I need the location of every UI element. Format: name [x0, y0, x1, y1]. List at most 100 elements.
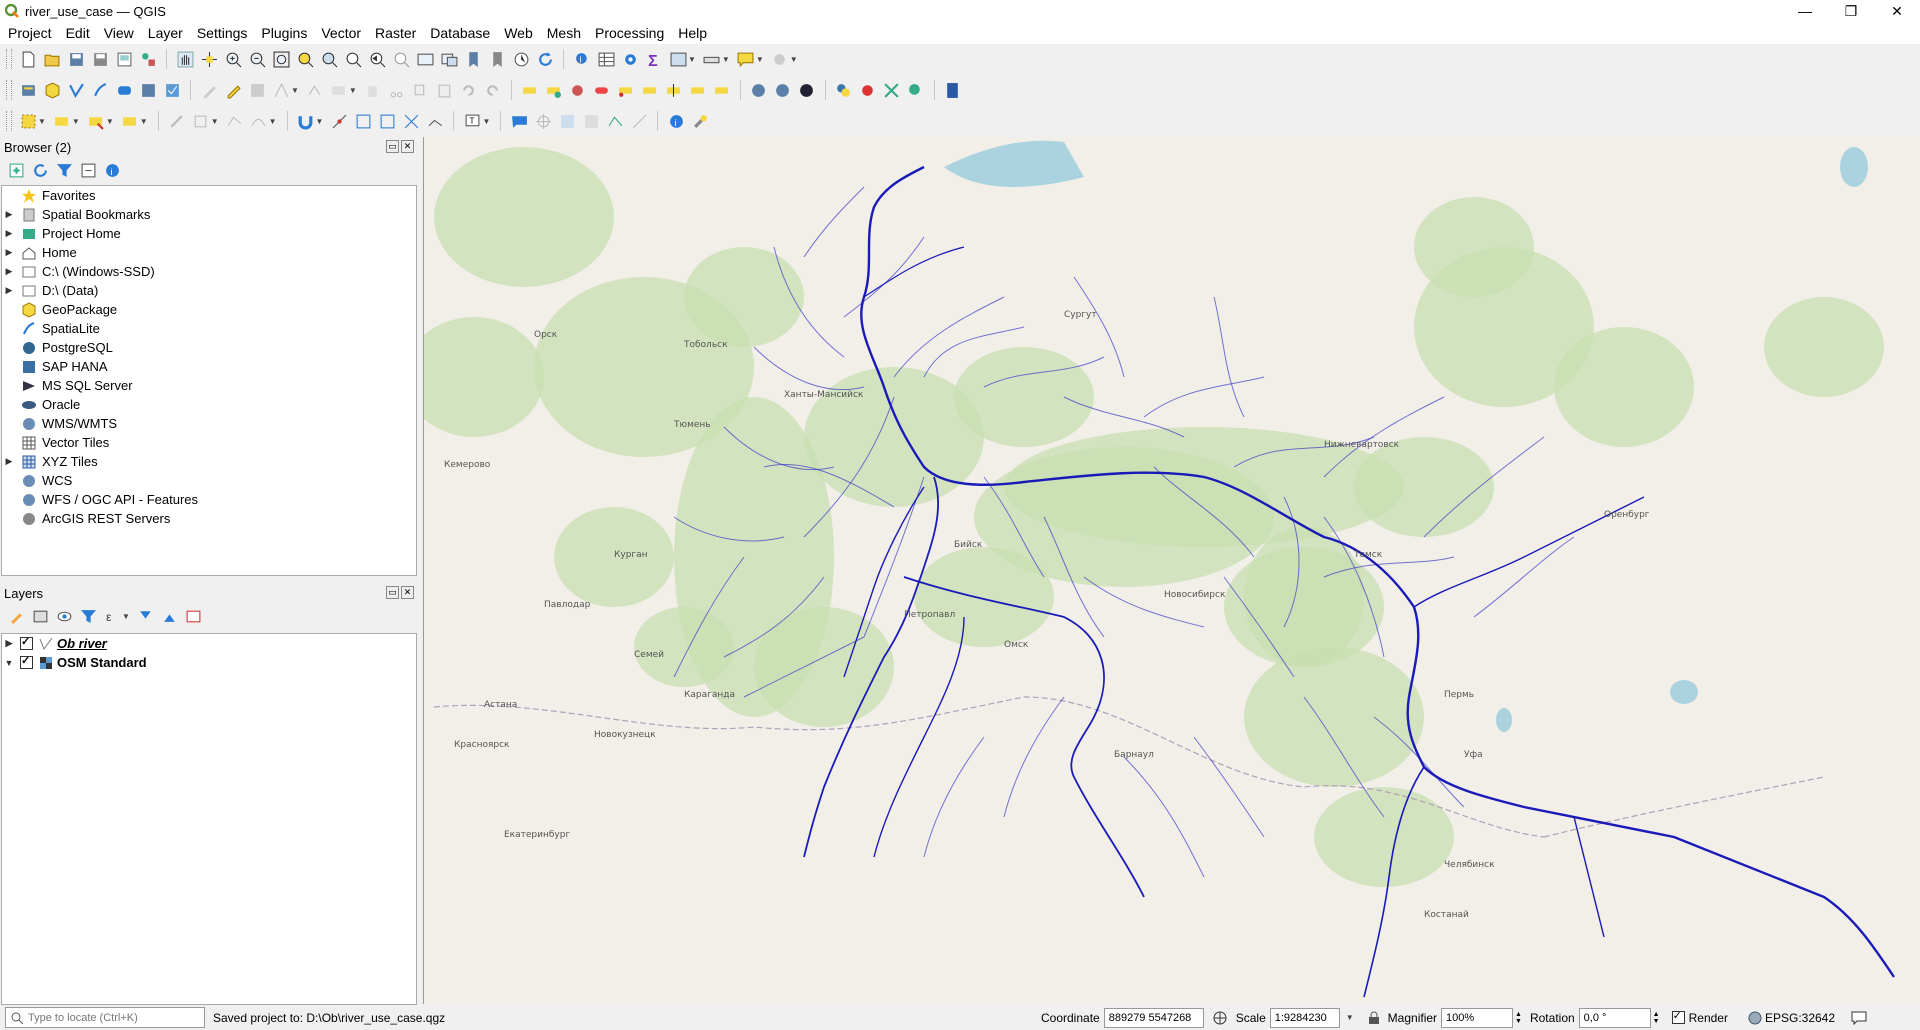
- browser-item[interactable]: ▶ XYZ Tiles: [2, 452, 416, 471]
- plugin-2-button[interactable]: [882, 80, 902, 100]
- paste-features-button[interactable]: [435, 80, 455, 100]
- select-by-value-button[interactable]: [52, 111, 72, 131]
- browser-item[interactable]: ▶ Project Home: [2, 224, 416, 243]
- scale-combobox[interactable]: 1:9284230: [1269, 1007, 1340, 1028]
- toggle-editing-button[interactable]: [223, 80, 243, 100]
- lock-icon[interactable]: [1368, 1011, 1380, 1025]
- metasearch-2-button[interactable]: [773, 80, 793, 100]
- remove-layer-button[interactable]: [184, 606, 204, 626]
- python-console-button[interactable]: [834, 80, 854, 100]
- browser-item[interactable]: WMS/WMTS: [2, 414, 416, 433]
- georef-button[interactable]: [557, 111, 577, 131]
- magnifier-spinner[interactable]: ▲ ▼: [1515, 1011, 1522, 1025]
- browser-item[interactable]: WCS: [2, 471, 416, 490]
- layer-row-osm-standard[interactable]: ▼ OSM Standard: [2, 653, 416, 672]
- expand-arrow-icon[interactable]: ▶: [4, 247, 14, 258]
- collapse-all-button[interactable]: [78, 160, 98, 180]
- undo-button[interactable]: [459, 80, 479, 100]
- browser-item[interactable]: Oracle: [2, 395, 416, 414]
- add-selected-layers-button[interactable]: [6, 160, 26, 180]
- zoom-selection-button[interactable]: [295, 49, 315, 69]
- pan-map-button[interactable]: [175, 49, 195, 69]
- attribute-table-button[interactable]: [596, 49, 616, 69]
- layer-visibility-checkbox[interactable]: [20, 635, 33, 650]
- data-source-manager-button[interactable]: [18, 80, 38, 100]
- menu-settings[interactable]: Settings: [189, 25, 254, 41]
- deselect-button[interactable]: [86, 111, 106, 131]
- save-edits-button[interactable]: [247, 80, 267, 100]
- label-tool-button[interactable]: [520, 80, 540, 100]
- new-3d-view-button[interactable]: [439, 49, 459, 69]
- annotation-button[interactable]: [770, 49, 790, 69]
- browser-item[interactable]: SpatiaLite: [2, 319, 416, 338]
- crs-globe-icon[interactable]: [1748, 1011, 1762, 1025]
- info-button[interactable]: i: [666, 111, 686, 131]
- temporal-controller-button[interactable]: [511, 49, 531, 69]
- browser-filter-button[interactable]: [54, 160, 74, 180]
- statistical-summary-button[interactable]: Σ: [644, 49, 664, 69]
- browser-item[interactable]: Favorites: [2, 186, 416, 205]
- manage-themes-button[interactable]: [54, 606, 74, 626]
- new-temp-layer-button[interactable]: [114, 80, 134, 100]
- save-as-button[interactable]: [90, 49, 110, 69]
- locator-search-input[interactable]: Type to locate (Ctrl+K): [5, 1007, 205, 1028]
- open-attribute-form-button[interactable]: [668, 49, 688, 69]
- expand-arrow-icon[interactable]: ▶: [4, 228, 14, 239]
- diagram-button[interactable]: [568, 80, 588, 100]
- maximize-button[interactable]: ❐: [1828, 0, 1874, 22]
- expand-arrow-icon[interactable]: ▶: [4, 266, 14, 277]
- collapse-all-layers-button[interactable]: [160, 606, 180, 626]
- measure-angle-button[interactable]: [629, 111, 649, 131]
- browser-item[interactable]: ▶ Spatial Bookmarks: [2, 205, 416, 224]
- redo-button[interactable]: [483, 80, 503, 100]
- menu-layer[interactable]: Layer: [140, 25, 189, 41]
- identify-features-button[interactable]: i: [572, 49, 592, 69]
- zoom-next-button[interactable]: [391, 49, 411, 69]
- layer-visibility-checkbox[interactable]: [20, 654, 33, 669]
- select-features-button[interactable]: [18, 111, 38, 131]
- browser-item[interactable]: PostgreSQL: [2, 338, 416, 357]
- vertex-editor-button[interactable]: [605, 111, 625, 131]
- new-map-view-button[interactable]: [415, 49, 435, 69]
- browser-item[interactable]: ▶ D:\ (Data): [2, 281, 416, 300]
- snapping-button[interactable]: [296, 111, 316, 131]
- zoom-out-button[interactable]: [247, 49, 267, 69]
- undock-button[interactable]: ▭: [386, 140, 399, 153]
- measure-button[interactable]: [702, 49, 722, 69]
- zoom-last-button[interactable]: [367, 49, 387, 69]
- zoom-in-button[interactable]: [223, 49, 243, 69]
- close-panel-button[interactable]: ✕: [401, 586, 414, 599]
- menu-edit[interactable]: Edit: [58, 25, 96, 41]
- select-location-button[interactable]: [120, 111, 140, 131]
- browser-item[interactable]: ArcGIS REST Servers: [2, 509, 416, 528]
- close-button[interactable]: ✕: [1874, 0, 1920, 22]
- menu-help[interactable]: Help: [670, 25, 713, 41]
- snap-intersect-button[interactable]: [401, 111, 421, 131]
- print-layout-button[interactable]: [114, 49, 134, 69]
- show-bookmarks-button[interactable]: [487, 49, 507, 69]
- cut-features-button[interactable]: [387, 80, 407, 100]
- style-manager-button[interactable]: [138, 49, 158, 69]
- browser-item[interactable]: SAP HANA: [2, 357, 416, 376]
- pan-to-selection-button[interactable]: [199, 49, 219, 69]
- highlight-label-button[interactable]: [592, 80, 612, 100]
- browser-item[interactable]: GeoPackage: [2, 300, 416, 319]
- expand-arrow-icon[interactable]: ▶: [4, 209, 14, 220]
- open-project-button[interactable]: [42, 49, 62, 69]
- rotate-label-button[interactable]: [688, 80, 708, 100]
- offset-curve-button[interactable]: [249, 111, 269, 131]
- processing-graph-button[interactable]: [797, 80, 817, 100]
- copy-features-button[interactable]: [411, 80, 431, 100]
- expand-arrow-icon[interactable]: ▶: [4, 285, 14, 296]
- vertex-tool-button[interactable]: [305, 80, 325, 100]
- plugin-3-button[interactable]: [906, 80, 926, 100]
- magnifier-field[interactable]: 100%: [1441, 1007, 1514, 1028]
- coordinate-field[interactable]: 889279 5547268: [1103, 1007, 1204, 1028]
- wrench-button[interactable]: [690, 111, 710, 131]
- collapse-arrow-icon[interactable]: ▼: [4, 658, 14, 668]
- crs-button[interactable]: EPSG:32642: [1765, 1011, 1835, 1025]
- layer-row-ob-river[interactable]: ▶ Ob river: [2, 634, 416, 653]
- layer-labeling-button[interactable]: [544, 80, 564, 100]
- snap-vertex-button[interactable]: [329, 111, 349, 131]
- expand-arrow-icon[interactable]: ▶: [4, 638, 14, 649]
